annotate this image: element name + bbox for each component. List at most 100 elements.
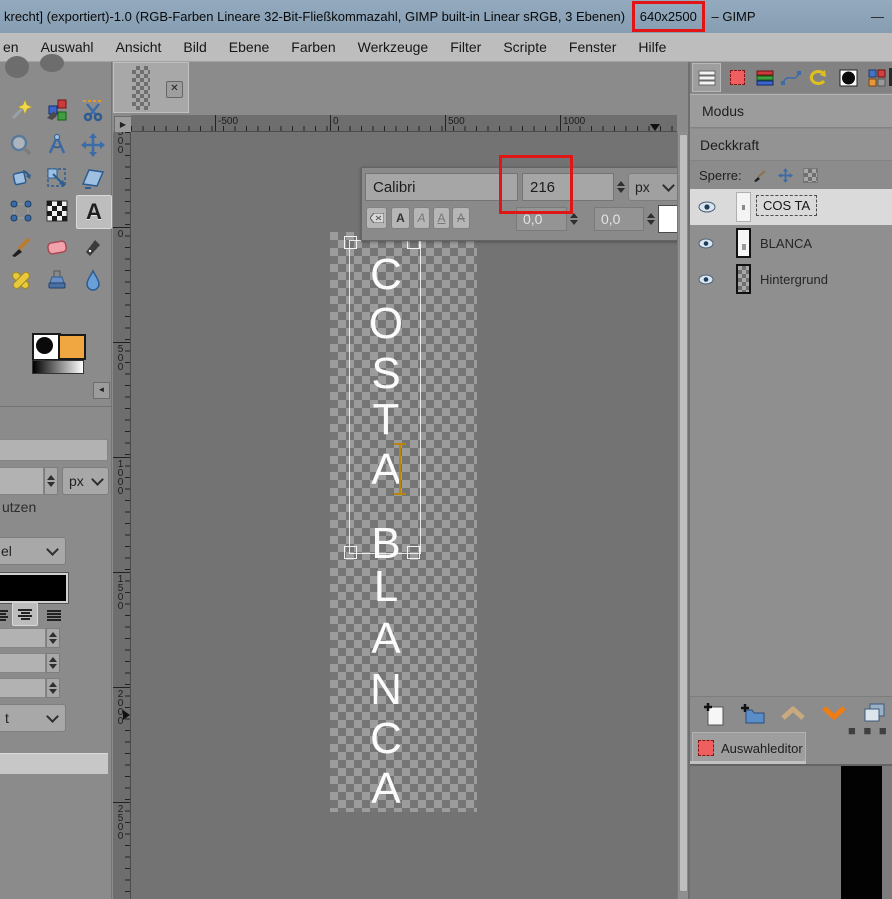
- layer-opacity-row[interactable]: Deckkraft: [690, 129, 892, 161]
- measure-tool[interactable]: [42, 131, 72, 159]
- background-color-swatch[interactable]: [58, 334, 86, 360]
- blur-tool[interactable]: [78, 266, 108, 294]
- layer-row-hintergrund[interactable]: Hintergrund: [690, 261, 892, 297]
- italic-button[interactable]: A: [413, 207, 430, 229]
- scissors-select-tool[interactable]: [78, 96, 108, 124]
- selection-editor-tab[interactable]: Auswahleditor: [692, 732, 806, 763]
- font-name-field[interactable]: [0, 439, 108, 461]
- menu-item-ebene[interactable]: Ebene: [218, 39, 280, 55]
- minimize-button[interactable]: —: [871, 0, 884, 33]
- line-spacing-spinner[interactable]: [46, 653, 60, 673]
- menu-item-ansicht[interactable]: Ansicht: [105, 39, 173, 55]
- bbox-handle-bottom-left[interactable]: [344, 546, 357, 559]
- layer-name-editing[interactable]: COS TA: [756, 195, 818, 216]
- clear-style-button[interactable]: [366, 207, 387, 229]
- ruler-menu-button[interactable]: ▶: [114, 116, 132, 133]
- justify-left-button[interactable]: [0, 605, 8, 625]
- dock-resize-handle[interactable]: ■ ■ ■: [848, 723, 889, 738]
- kerning-stepper[interactable]: [644, 207, 657, 231]
- layer-thumbnail[interactable]: [736, 264, 751, 294]
- heal-tool[interactable]: [6, 266, 36, 294]
- fuzzy-select-tool[interactable]: [6, 96, 36, 124]
- box-mode-dropdown[interactable]: t: [0, 704, 66, 732]
- font-size-spinner[interactable]: [44, 467, 58, 495]
- zoom-tool[interactable]: [6, 131, 36, 159]
- visibility-eye-icon[interactable]: [698, 201, 716, 213]
- language-entry-bar[interactable]: [0, 753, 108, 774]
- vertical-scrollbar-thumb[interactable]: [679, 134, 688, 892]
- line-spacing-field[interactable]: [0, 653, 46, 673]
- select-by-color-tool[interactable]: [42, 96, 72, 124]
- gradient-preview[interactable]: [32, 360, 84, 374]
- selection-tab[interactable]: [723, 63, 752, 92]
- close-icon[interactable]: ✕: [166, 81, 183, 98]
- selection-editor-preview[interactable]: [690, 764, 892, 899]
- kerning-field[interactable]: 0,0: [594, 207, 644, 231]
- menu-item-auswahl[interactable]: Auswahl: [30, 39, 105, 55]
- flip-tool[interactable]: [42, 197, 72, 225]
- text-tool-selected[interactable]: A: [76, 195, 112, 229]
- menu-item-fenster[interactable]: Fenster: [558, 39, 627, 55]
- shear-tool[interactable]: [78, 164, 108, 192]
- title-bar[interactable]: krecht] (exportiert)-1.0 (RGB-Farben Lin…: [0, 0, 892, 33]
- channels-tab[interactable]: [750, 63, 779, 92]
- ink-tool[interactable]: [78, 233, 108, 261]
- menu-item-werkzeuge[interactable]: Werkzeuge: [347, 39, 440, 55]
- menu-item-scripte[interactable]: Scripte: [492, 39, 558, 55]
- justify-center-button-selected[interactable]: [12, 602, 38, 626]
- paths-tab[interactable]: [776, 63, 805, 92]
- vertical-ruler[interactable]: -500 0 500 1000 1500 2000 2500: [113, 132, 131, 899]
- menu-item-filter[interactable]: Filter: [439, 39, 492, 55]
- unit-dropdown[interactable]: px: [62, 467, 109, 495]
- bold-button[interactable]: A: [391, 207, 410, 229]
- palettes-tab[interactable]: [862, 63, 891, 92]
- raise-layer-button[interactable]: [780, 705, 806, 726]
- layer-mode-row[interactable]: Modus: [690, 94, 892, 128]
- letter-spacing-spinner[interactable]: [46, 678, 60, 698]
- paintbrush-tool[interactable]: [6, 233, 36, 261]
- handle-transform-tool[interactable]: [6, 197, 36, 225]
- indent-field[interactable]: [0, 628, 46, 648]
- lock-pixels-brush-icon[interactable]: [752, 169, 768, 183]
- clone-tool[interactable]: [42, 266, 72, 294]
- new-layer-button[interactable]: [702, 701, 726, 732]
- menu-item-farben[interactable]: Farben: [280, 39, 346, 55]
- layer-row-costa[interactable]: COS TA: [690, 189, 892, 225]
- underline-button[interactable]: A: [433, 207, 450, 229]
- bbox-handle-top-left[interactable]: [344, 236, 357, 249]
- font-family-input[interactable]: Calibri: [365, 173, 518, 201]
- text-color-swatch-white[interactable]: [658, 205, 677, 233]
- canvas-viewport[interactable]: C O S T A B L A N C A Calibri 216 px A A…: [131, 132, 677, 899]
- font-size-field[interactable]: [0, 467, 44, 495]
- menu-item-hilfe[interactable]: Hilfe: [627, 39, 677, 55]
- text-color-swatch[interactable]: [0, 572, 69, 604]
- image-tab[interactable]: ✕: [113, 62, 189, 113]
- visibility-eye-icon[interactable]: [698, 274, 714, 285]
- font-size-stepper[interactable]: [614, 176, 627, 198]
- lower-layer-button[interactable]: [821, 705, 847, 726]
- horizontal-ruler[interactable]: -500 0 500 1000: [131, 115, 677, 132]
- new-group-button[interactable]: [738, 703, 766, 730]
- menu-item-bearbeiten[interactable]: en: [0, 39, 30, 55]
- justify-fill-button[interactable]: [44, 605, 64, 625]
- layer-thumbnail[interactable]: [736, 192, 751, 222]
- font-unit-dropdown[interactable]: px: [628, 173, 677, 201]
- visibility-eye-icon[interactable]: [698, 238, 714, 249]
- menu-item-bild[interactable]: Bild: [172, 39, 217, 55]
- hinting-dropdown[interactable]: el: [0, 537, 66, 565]
- foreground-color-swatch[interactable]: [32, 333, 61, 361]
- layers-tab[interactable]: [692, 63, 721, 92]
- eraser-tool[interactable]: [42, 233, 72, 261]
- layer-thumbnail[interactable]: [736, 228, 751, 258]
- bbox-handle-bottom-right[interactable]: [407, 546, 420, 559]
- letter-spacing-field[interactable]: [0, 678, 46, 698]
- collapse-arrow-button[interactable]: ◄: [93, 382, 110, 399]
- indent-spinner[interactable]: [46, 628, 60, 648]
- lock-alpha-icon[interactable]: [802, 168, 818, 183]
- move-tool[interactable]: [78, 131, 108, 159]
- layer-row-blanca[interactable]: BLANCA: [690, 225, 892, 261]
- colors-tab[interactable]: [834, 63, 863, 92]
- scale-tool[interactable]: [42, 164, 72, 192]
- rotate-tool[interactable]: [6, 164, 36, 192]
- undo-history-tab[interactable]: [802, 63, 831, 92]
